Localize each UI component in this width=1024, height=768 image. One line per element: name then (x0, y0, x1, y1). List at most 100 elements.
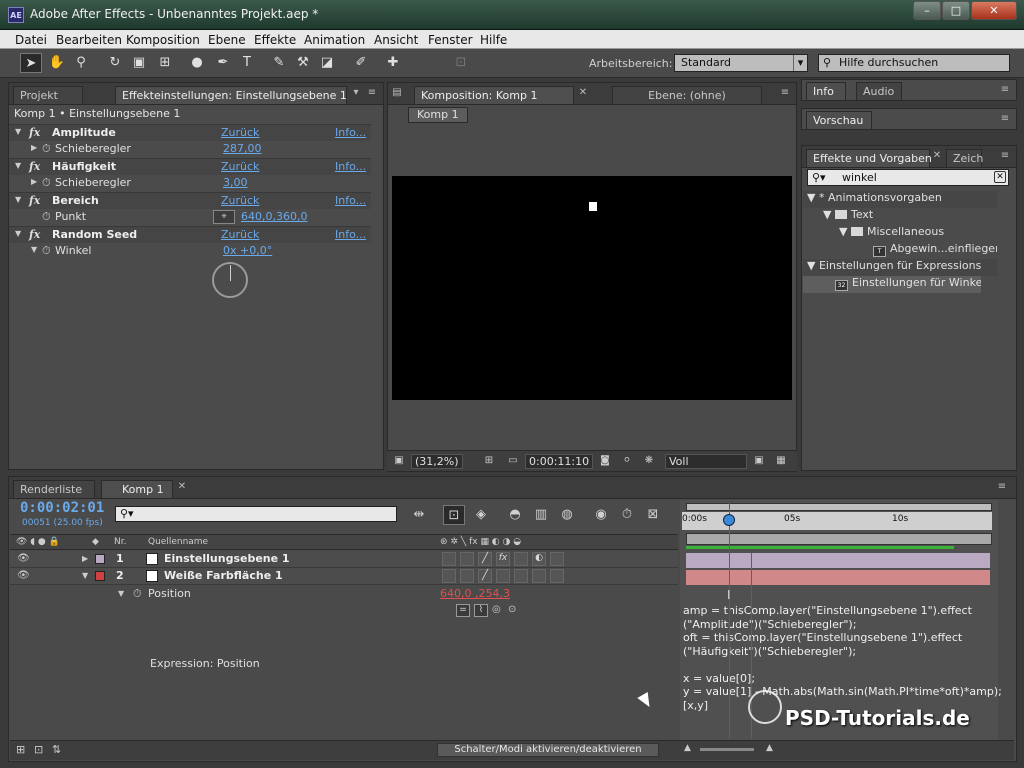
param-value[interactable]: 0x +0,0° (223, 244, 272, 257)
triangle-down-icon[interactable]: ▼ (15, 127, 21, 136)
auto-keyframe-icon[interactable]: ⏱ (616, 505, 638, 525)
tab-chevron-icon[interactable]: ▾ (349, 87, 363, 101)
tab-layer[interactable]: Ebene: (ohne) (612, 86, 762, 104)
effect-random-seed[interactable]: ▼ fx Random Seed Zurück Info... (9, 226, 371, 243)
reset-link[interactable]: Zurück (221, 228, 259, 241)
tab-render-queue[interactable]: Renderliste (13, 480, 95, 498)
menu-effekte[interactable]: Effekte (254, 33, 296, 47)
effects-search-input[interactable]: ⚲▾ winkel ✕ (807, 169, 1009, 186)
transfer-controls-icon[interactable]: ⊡ (34, 743, 43, 756)
effect-haeufigkeit[interactable]: ▼ fx Häufigkeit Zurück Info... (9, 158, 371, 175)
info-link[interactable]: Info... (335, 160, 366, 173)
close-button[interactable]: ✕ (971, 1, 1017, 20)
menu-animation[interactable]: Animation (304, 33, 365, 47)
fx-icon[interactable]: fx (29, 160, 40, 173)
stopwatch-icon[interactable]: ⏱ (133, 587, 142, 601)
panel-menu-icon[interactable]: ≡ (778, 87, 792, 101)
mask-icon[interactable]: ▭ (505, 454, 521, 469)
brush-tool-icon[interactable]: ✎ (268, 53, 290, 73)
text-tool-icon[interactable]: T (236, 53, 258, 73)
tab-timeline-comp[interactable]: Komp 1 (101, 480, 173, 498)
layer-name[interactable]: Einstellungsebene 1 (164, 552, 290, 565)
current-time-field[interactable]: 0:00:11:10 (525, 454, 593, 469)
hand-tool-icon[interactable]: ✋ (46, 53, 68, 73)
tree-item-angle-control[interactable]: 32 Einstellungen für Winkel (803, 276, 981, 293)
panel-menu-icon[interactable]: ≡ (365, 87, 379, 101)
fx-icon[interactable]: fx (29, 194, 40, 207)
arrow-tool-icon[interactable]: ➤ (20, 53, 42, 73)
angle-dial[interactable] (212, 262, 248, 298)
layer-2-duration-bar[interactable] (686, 570, 990, 585)
minimize-button[interactable]: – (913, 1, 941, 20)
menu-fenster[interactable]: Fenster (428, 33, 473, 47)
zoom-tool-icon[interactable]: ⚲ (70, 53, 92, 73)
layer-name[interactable]: Weiße Farbfläche 1 (164, 569, 283, 582)
panel-menu-icon[interactable]: ≡ (998, 84, 1012, 98)
shy-switch[interactable] (442, 552, 456, 566)
color-channels-icon[interactable]: ❋ (641, 454, 657, 469)
triangle-down-icon[interactable]: ▼ (118, 589, 124, 598)
clone-stamp-tool-icon[interactable]: ⚒ (292, 53, 314, 73)
reset-link[interactable]: Zurück (221, 160, 259, 173)
brainstorm-icon[interactable]: ◉ (590, 505, 612, 525)
camera-tool-icon[interactable]: ▣ (128, 53, 150, 73)
layer-row-2[interactable]: 👁 ▼ 2 Weiße Farbfläche 1 ╱ (10, 568, 678, 585)
grid-icon[interactable]: ⊞ (481, 454, 497, 469)
info-link[interactable]: Info... (335, 194, 366, 207)
tab-info[interactable]: Info (806, 82, 846, 100)
param-value[interactable]: 640,0,360,0 (241, 210, 307, 223)
expression-language-menu-icon[interactable]: ⊙ (508, 604, 516, 615)
zoom-out-icon[interactable]: ▲ (684, 743, 691, 753)
zoom-dropdown[interactable]: (31,2%) (411, 454, 463, 469)
stopwatch-icon[interactable]: ⏱ (42, 210, 51, 224)
tab-close-icon[interactable]: ✕ (175, 481, 189, 495)
layer-1-duration-bar[interactable] (686, 553, 990, 568)
live-update-icon[interactable]: ⊡ (443, 505, 465, 525)
toggle-switches-modes-button[interactable]: Schalter/Modi aktivieren/deaktivieren (437, 743, 659, 757)
info-link[interactable]: Info... (335, 228, 366, 241)
tab-effects-presets[interactable]: Effekte und Vorgaben (806, 149, 932, 167)
frame-blend-switch[interactable] (514, 569, 528, 583)
triangle-right-icon[interactable]: ▶ (82, 554, 88, 563)
stopwatch-icon[interactable]: ⏱ (42, 244, 51, 258)
puppet-pin-tool-icon[interactable]: ✚ (382, 53, 404, 73)
stopwatch-icon[interactable]: ⏱ (42, 142, 51, 156)
tree-item-preset[interactable]: T Abgewin...einfliegen (803, 242, 997, 259)
col-source-name[interactable]: Quellenname (148, 537, 208, 547)
menu-datei[interactable]: Datei (15, 33, 47, 47)
expression-enable-icon[interactable]: = (456, 604, 470, 617)
draft-3d-icon[interactable]: ◈ (470, 505, 492, 525)
resolution-dropdown[interactable]: Voll (665, 454, 747, 469)
eye-icon[interactable]: 👁 (17, 570, 30, 581)
current-time-indicator[interactable] (729, 503, 730, 739)
eye-icon[interactable]: 👁 (17, 553, 30, 564)
menu-ansicht[interactable]: Ansicht (374, 33, 418, 47)
motion-blur-icon[interactable]: ◍ (556, 505, 578, 525)
info-link[interactable]: Info... (335, 126, 366, 139)
tab-effect-controls[interactable]: Effekteinstellungen: Einstellungsebene 1 (115, 86, 347, 104)
tab-audio[interactable]: Audio (856, 82, 902, 100)
camera-icon[interactable]: ◙ (597, 454, 613, 469)
tab-preview[interactable]: Vorschau (806, 111, 872, 129)
current-time-indicator-handle[interactable] (723, 514, 735, 526)
position-property-value[interactable]: 640,0 ,254,3 (440, 587, 510, 600)
quality-switch[interactable]: ╱ (478, 569, 492, 583)
menu-hilfe[interactable]: Hilfe (480, 33, 507, 47)
triangle-down-icon[interactable]: ▼ (15, 161, 21, 170)
lock-icon[interactable]: ▤ (390, 87, 404, 101)
tab-composition[interactable]: Komposition: Komp 1 (414, 86, 574, 104)
expression-graph-icon[interactable]: ⌇ (474, 604, 488, 617)
stopwatch-icon[interactable]: ⏱ (42, 176, 51, 190)
layer-label-color[interactable] (95, 571, 105, 581)
work-area-bar[interactable] (686, 533, 992, 545)
graph-editor-icon[interactable]: ⊠ (642, 505, 664, 525)
adjustment-layer-switch[interactable]: ◐ (532, 552, 546, 566)
frame-blending-icon[interactable]: ▥ (530, 505, 552, 525)
rotate-tool-icon[interactable]: ↻ (104, 53, 126, 73)
quality-switch[interactable]: ╱ (478, 552, 492, 566)
shy-layers-icon[interactable]: ◓ (504, 505, 526, 525)
time-navigator[interactable] (686, 503, 992, 511)
frame-blend-switch[interactable] (514, 552, 528, 566)
workspace-dropdown[interactable]: Standard ▾ (674, 54, 808, 72)
pen-tool-icon[interactable]: ✒ (212, 53, 234, 73)
